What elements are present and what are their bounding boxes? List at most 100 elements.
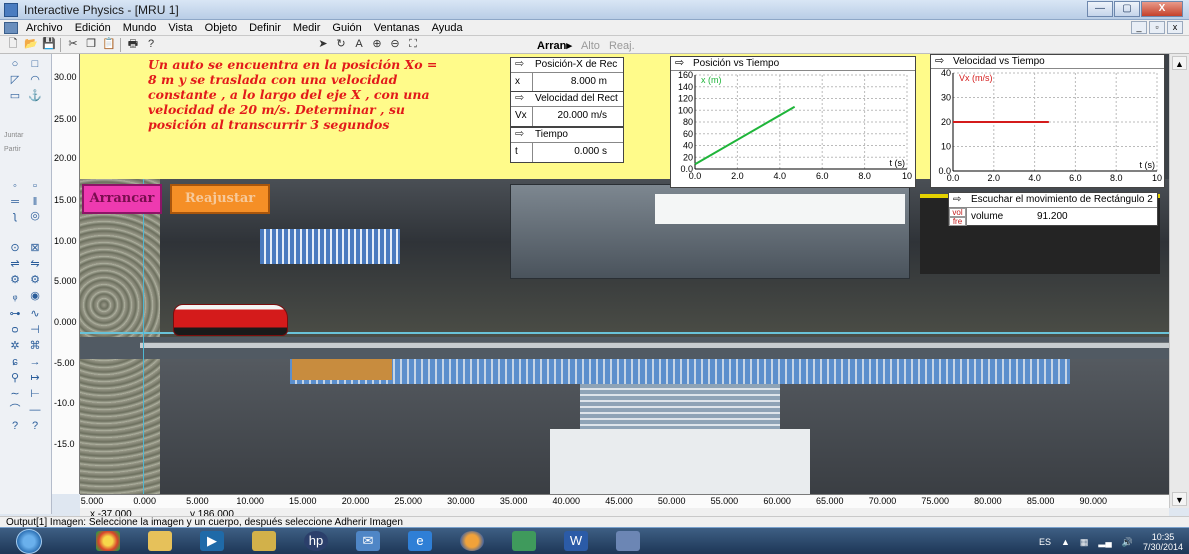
menu-guion[interactable]: Guión bbox=[332, 22, 361, 34]
rope-tool-icon[interactable]: ʅ bbox=[8, 210, 22, 222]
meter-arrow-icon[interactable]: ⇨ bbox=[515, 128, 524, 141]
split-label[interactable]: Partir bbox=[4, 146, 21, 153]
menu-mundo[interactable]: Mundo bbox=[123, 22, 157, 34]
mdi-close-button[interactable]: x bbox=[1167, 21, 1183, 34]
velocity-time-graph[interactable]: ⇨ Velocidad vs Tiempo 0.0 10 20 30 40 0.0 2.0 4.… bbox=[930, 54, 1165, 188]
volume-icon[interactable]: 🔊 bbox=[1122, 537, 1133, 548]
vertical-slot-tool-icon[interactable]: ‖ bbox=[28, 196, 42, 208]
meter-arrow-icon[interactable]: ⇨ bbox=[515, 92, 524, 105]
graph-arrow-icon[interactable]: ⇨ bbox=[935, 55, 944, 68]
photo-viewer-icon[interactable] bbox=[252, 531, 276, 551]
rotational-damper-icon[interactable]: ⊣ bbox=[28, 324, 42, 336]
start-button-icon[interactable] bbox=[16, 529, 42, 554]
curved-slot-icon[interactable]: ⌒ bbox=[8, 404, 22, 416]
firefox-icon[interactable] bbox=[460, 531, 484, 551]
tray-arrow-icon[interactable]: ▲ bbox=[1061, 537, 1070, 547]
pointer-tool-icon[interactable]: ➤ bbox=[316, 38, 330, 51]
help-icon[interactable]: ? bbox=[144, 38, 158, 51]
vertical-scrollbar[interactable]: ▲ ▼ bbox=[1169, 54, 1189, 508]
magnifier-icon[interactable]: ⚲ bbox=[8, 372, 22, 384]
paste-icon[interactable]: 📋 bbox=[102, 38, 116, 51]
position-time-graph[interactable]: ⇨ Posición vs Tiempo 0.0 20 40 60 80 100 120 140… bbox=[670, 56, 916, 188]
anchor-tool-icon[interactable]: ⚓ bbox=[28, 90, 42, 102]
problem-statement[interactable]: Un auto se encuentra en la posición Xo =… bbox=[148, 57, 438, 132]
time-meter[interactable]: ⇨ Tiempo t 0.000 s bbox=[510, 127, 624, 163]
word-icon[interactable]: W bbox=[564, 531, 588, 551]
network-tray-icon[interactable]: ▦ bbox=[1080, 537, 1089, 548]
text-tool-icon[interactable]: A bbox=[352, 38, 366, 51]
menu-ventanas[interactable]: Ventanas bbox=[374, 22, 420, 34]
close-button[interactable]: X bbox=[1141, 1, 1183, 17]
zoom-out-icon[interactable]: ⊖ bbox=[388, 38, 402, 51]
menu-medir[interactable]: Medir bbox=[293, 22, 321, 34]
frequency-tab[interactable]: fre bbox=[949, 217, 966, 226]
mdi-minimize-button[interactable]: _ bbox=[1131, 21, 1147, 34]
copy-icon[interactable]: ❐ bbox=[84, 38, 98, 51]
maximize-button[interactable]: ▢ bbox=[1114, 1, 1140, 17]
menu-definir[interactable]: Definir bbox=[249, 22, 281, 34]
meter-arrow-icon[interactable]: ⇨ bbox=[515, 58, 524, 71]
force-icon[interactable]: ✲ bbox=[8, 340, 22, 352]
cut-icon[interactable]: ✂ bbox=[66, 38, 80, 51]
open-folder-icon[interactable]: 📂 bbox=[24, 38, 38, 51]
rope-pulley-icon[interactable]: ᵩ bbox=[8, 290, 22, 302]
zoom-in-icon[interactable]: ⊕ bbox=[370, 38, 384, 51]
print-icon[interactable]: 🖶 bbox=[126, 38, 140, 51]
rigid-joint-icon[interactable]: ⊠ bbox=[28, 242, 42, 254]
square-point-tool-icon[interactable]: ▫ bbox=[28, 180, 42, 192]
linear-spring-icon[interactable]: ⊶ bbox=[8, 308, 22, 320]
menu-edicion[interactable]: Edición bbox=[75, 22, 111, 34]
image-icon[interactable]: ⌘ bbox=[28, 340, 42, 352]
wave-icon[interactable]: ∿ bbox=[28, 308, 42, 320]
simulation-workspace[interactable]: Un auto se encuentra en la posición Xo =… bbox=[80, 54, 1169, 494]
menu-vista[interactable]: Vista bbox=[168, 22, 192, 34]
hp-icon[interactable]: hp bbox=[304, 531, 328, 551]
gear-tool-icon[interactable]: ⚙ bbox=[8, 274, 22, 286]
curve-tool-icon[interactable]: ◠ bbox=[28, 74, 42, 86]
line-tool-icon[interactable]: — bbox=[28, 404, 42, 416]
network-icon[interactable] bbox=[512, 531, 536, 551]
point-tool-icon[interactable]: ◦ bbox=[8, 180, 22, 192]
torque-icon[interactable]: ɕ bbox=[8, 356, 22, 368]
mail-icon[interactable]: ✉ bbox=[356, 531, 380, 551]
mdi-restore-button[interactable]: ▫ bbox=[1149, 21, 1165, 34]
menu-archivo[interactable]: Archivo bbox=[26, 22, 63, 34]
rotational-spring-icon[interactable]: ᴑ bbox=[8, 324, 22, 336]
interactive-physics-icon[interactable] bbox=[616, 531, 640, 551]
reset-button[interactable]: Reajustar bbox=[170, 184, 270, 214]
fit-view-icon[interactable]: ⛶ bbox=[406, 38, 420, 51]
scroll-up-icon[interactable]: ▲ bbox=[1172, 56, 1187, 70]
volume-tab[interactable]: vol bbox=[949, 208, 966, 217]
graph-arrow-icon[interactable]: ⇨ bbox=[675, 57, 684, 70]
force-arrow-icon[interactable]: → bbox=[28, 356, 42, 368]
slot-tool-icon[interactable]: ═ bbox=[8, 196, 22, 208]
position-meter[interactable]: ⇨ Posición-X de Rec x 8.000 m bbox=[510, 57, 624, 93]
pulley-tool-icon[interactable]: ⚙ bbox=[28, 274, 42, 286]
internet-explorer-icon[interactable]: e bbox=[408, 531, 432, 551]
signal-icon[interactable]: ▂▄ bbox=[1098, 537, 1111, 548]
document-icon[interactable] bbox=[4, 21, 18, 34]
actuator-linear-icon[interactable]: ↦ bbox=[28, 372, 42, 384]
start-button[interactable]: Arrancar bbox=[82, 184, 162, 214]
help-tool-2-icon[interactable]: ? bbox=[28, 420, 42, 432]
menu-ayuda[interactable]: Ayuda bbox=[432, 22, 463, 34]
folder-icon[interactable] bbox=[148, 531, 172, 551]
square-tool-icon[interactable]: □ bbox=[28, 58, 42, 70]
stop-control[interactable]: Alto bbox=[581, 40, 600, 52]
spring-tool-icon[interactable]: ⇌ bbox=[8, 258, 22, 270]
reset-control[interactable]: Reaj. bbox=[609, 40, 635, 52]
run-control[interactable]: Arran▸ bbox=[537, 40, 572, 52]
save-icon[interactable]: 💾 bbox=[42, 38, 56, 51]
scroll-down-icon[interactable]: ▼ bbox=[1172, 492, 1187, 506]
meter-arrow-icon[interactable]: ⇨ bbox=[953, 193, 961, 206]
minimize-button[interactable]: — bbox=[1087, 1, 1113, 17]
rotate-tool-icon[interactable]: ↻ bbox=[334, 38, 348, 51]
polygon-tool-icon[interactable]: ◸ bbox=[8, 74, 22, 86]
actuator-icon[interactable]: ◉ bbox=[28, 290, 42, 302]
sound-meter[interactable]: ⇨ Escuchar el movimiento de Rectángulo 2 … bbox=[948, 192, 1158, 226]
help-tool-icon[interactable]: ? bbox=[8, 420, 22, 432]
join-label[interactable]: Juntar bbox=[4, 132, 23, 139]
separator-icon[interactable]: ⊢ bbox=[28, 388, 42, 400]
new-file-icon[interactable]: 🗋 bbox=[6, 38, 20, 51]
chrome-icon[interactable] bbox=[96, 531, 120, 551]
